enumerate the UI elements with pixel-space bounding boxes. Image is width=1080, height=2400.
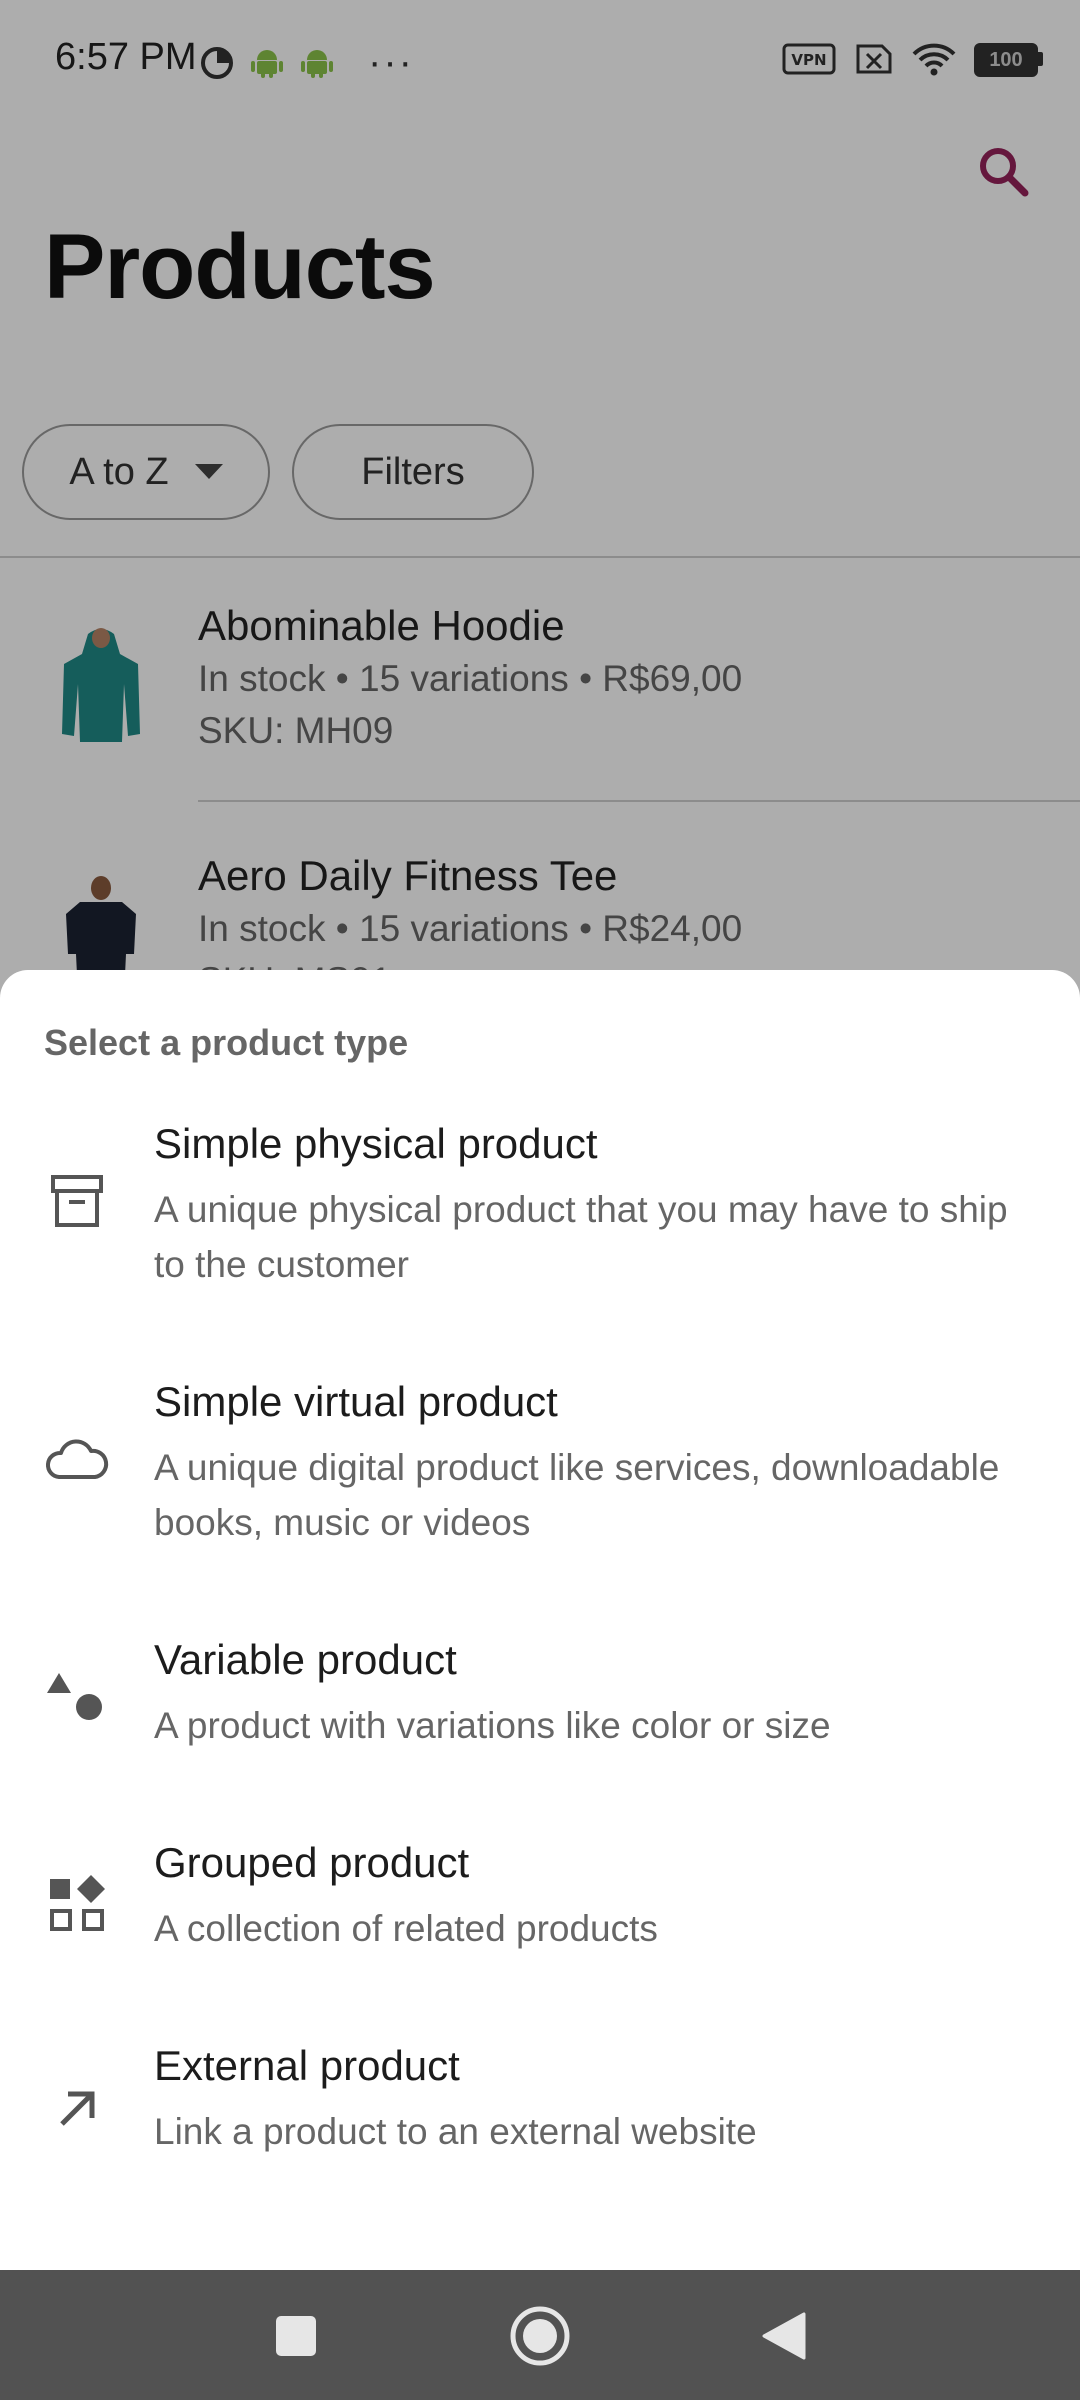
widgets-icon	[42, 1869, 112, 1939]
shapes-icon	[42, 1664, 112, 1734]
option-grouped-product[interactable]: Grouped product A collection of related …	[0, 1839, 1080, 2009]
screen: 6:57 PM ··· VPN 100 Products A to Z Filt…	[0, 0, 1080, 2400]
option-title: Simple virtual product	[154, 1378, 558, 1425]
product-type-bottom-sheet: Select a product type Simple physical pr…	[0, 970, 1080, 2270]
option-title: Simple physical product	[154, 1120, 598, 1167]
option-external-product[interactable]: External product Link a product to an ex…	[0, 2042, 1080, 2212]
sheet-title: Select a product type	[44, 1022, 409, 1063]
option-variable-product[interactable]: Variable product A product with variatio…	[0, 1636, 1080, 1806]
back-button[interactable]	[744, 2296, 824, 2376]
option-description: A product with variations like color or …	[154, 1705, 831, 1746]
option-description: A collection of related products	[154, 1908, 658, 1949]
cloud-icon	[42, 1426, 112, 1496]
option-simple-virtual-product[interactable]: Simple virtual product A unique digital …	[0, 1378, 1080, 1618]
home-button[interactable]	[500, 2296, 580, 2376]
option-description: Link a product to an external website	[154, 2111, 757, 2152]
navigation-bar	[0, 2270, 1080, 2400]
arrow-up-right-icon	[42, 2074, 112, 2144]
option-description: A unique physical product that you may h…	[154, 1189, 1008, 1285]
option-title: External product	[154, 2042, 460, 2089]
option-title: Variable product	[154, 1636, 457, 1683]
option-title: Grouped product	[154, 1839, 470, 1886]
option-simple-physical-product[interactable]: Simple physical product A unique physica…	[0, 1120, 1080, 1360]
archive-box-icon	[42, 1166, 112, 1236]
home-circle-icon	[510, 2306, 570, 2366]
recents-square-icon	[276, 2316, 316, 2356]
recents-button[interactable]	[256, 2296, 336, 2376]
back-triangle-icon	[762, 2312, 806, 2360]
option-description: A unique digital product like services, …	[154, 1447, 1000, 1543]
